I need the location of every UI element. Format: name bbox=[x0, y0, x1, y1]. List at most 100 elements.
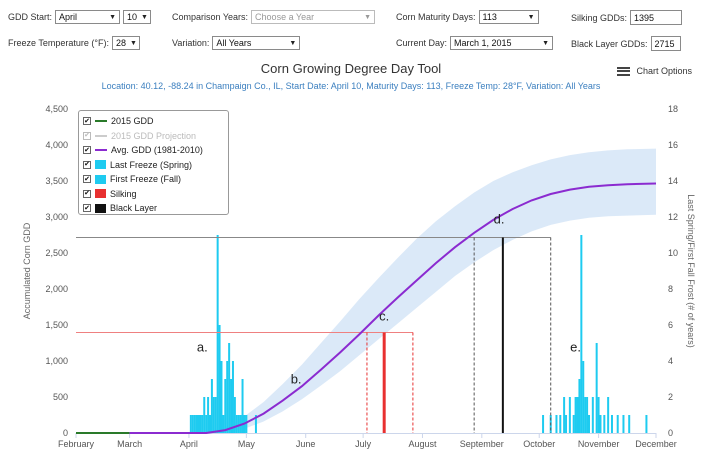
annotation-label: e. bbox=[570, 340, 581, 355]
y-axis-title: Accumulated Corn GDD bbox=[22, 222, 32, 319]
legend-item[interactable]: ✔ Avg. GDD (1981-2010) bbox=[83, 143, 224, 158]
legend-checkbox[interactable]: ✔ bbox=[83, 146, 91, 155]
spring-freeze-bar bbox=[201, 415, 204, 433]
spring-freeze-bar bbox=[231, 361, 234, 433]
y-tick-label: 3,000 bbox=[45, 212, 68, 222]
spring-freeze-bar bbox=[214, 397, 217, 433]
fall-freeze-bar bbox=[574, 397, 577, 433]
fall-freeze-bar bbox=[607, 397, 610, 433]
legend-item[interactable]: ✔ Last Freeze (Spring) bbox=[83, 158, 224, 173]
legend-label: 2015 GDD bbox=[111, 116, 154, 127]
fall-freeze-bar bbox=[588, 415, 591, 433]
legend-checkbox[interactable]: ✔ bbox=[83, 117, 91, 126]
legend-label: Avg. GDD (1981-2010) bbox=[111, 145, 203, 156]
fall-freeze-bar bbox=[578, 379, 581, 433]
y-tick-label: 1,500 bbox=[45, 320, 68, 330]
spring-freeze-bar bbox=[207, 397, 210, 433]
x-tick-label: February bbox=[58, 439, 95, 449]
x-tick-label: September bbox=[460, 439, 504, 449]
spring-freeze-bar bbox=[235, 415, 238, 433]
y-axis-right: 0 2 4 6 8 10 12 14 16 18 bbox=[668, 104, 678, 438]
y-tick-label: 2,500 bbox=[45, 248, 68, 258]
fall-freeze-bar bbox=[599, 415, 602, 433]
fall-freeze-bar bbox=[591, 397, 594, 433]
chart-legend: ✔ 2015 GDD ✔ 2015 GDD Projection ✔ Avg. GDD (… bbox=[78, 110, 229, 215]
fall-freeze-bar bbox=[645, 415, 648, 433]
y2-axis-title: Last Spring/First Fall Frost (# of years… bbox=[686, 194, 696, 348]
y-tick-label: 0 bbox=[63, 428, 68, 438]
legend-checkbox[interactable]: ✔ bbox=[83, 189, 91, 198]
fall-freeze-bar bbox=[616, 415, 619, 433]
fall-freeze-bar bbox=[603, 415, 606, 433]
gdd-chart: 0 500 1,000 1,500 2,000 2,500 3,000 3,500 4,000 4… bbox=[22, 104, 696, 449]
annotation-label: a. bbox=[197, 340, 208, 355]
legend-label: 2015 GDD Projection bbox=[111, 130, 197, 141]
fall-freeze-bar bbox=[565, 415, 568, 433]
x-tick-label: July bbox=[355, 439, 372, 449]
spring-freeze-bar bbox=[205, 415, 208, 433]
y2-tick-label: 18 bbox=[668, 104, 678, 114]
y2-tick-label: 14 bbox=[668, 176, 678, 186]
spring-freeze-bar bbox=[199, 415, 202, 433]
legend-checkbox[interactable]: ✔ bbox=[83, 175, 91, 184]
spring-freeze-bar bbox=[208, 415, 211, 433]
spring-freeze-bar bbox=[203, 397, 206, 433]
x-axis: February March April May June July August Septe… bbox=[58, 433, 677, 449]
fall-freeze-bar bbox=[595, 343, 598, 433]
legend-item[interactable]: ✔ First Freeze (Fall) bbox=[83, 172, 224, 187]
legend-item[interactable]: ✔ 2015 GDD bbox=[83, 114, 224, 129]
fall-freeze-bar bbox=[610, 415, 613, 433]
x-tick-label: November bbox=[578, 439, 620, 449]
fall-freeze-bar bbox=[586, 397, 589, 433]
y-axis-left: 0 500 1,000 1,500 2,000 2,500 3,000 3,500 4,000 4… bbox=[45, 104, 68, 438]
fall-freeze-bar bbox=[622, 415, 625, 433]
legend-swatch bbox=[95, 134, 107, 137]
spring-freeze-bar bbox=[210, 379, 213, 433]
spring-freeze-bar bbox=[224, 379, 227, 433]
legend-item[interactable]: ✔ 2015 GDD Projection bbox=[83, 129, 224, 144]
y-tick-label: 4,000 bbox=[45, 140, 68, 150]
fall-freeze-bar bbox=[563, 397, 566, 433]
spring-freeze-bar bbox=[218, 325, 221, 433]
legend-swatch bbox=[95, 149, 107, 152]
spring-freeze-bar bbox=[230, 379, 233, 433]
x-tick-label: March bbox=[117, 439, 142, 449]
fall-freeze-bar bbox=[568, 397, 571, 433]
legend-label: Last Freeze (Spring) bbox=[110, 159, 193, 170]
fall-freeze-bar bbox=[628, 415, 631, 433]
fall-freeze-bars bbox=[542, 235, 648, 433]
legend-item[interactable]: ✔ Black Layer bbox=[83, 201, 224, 216]
spring-freeze-bar bbox=[228, 343, 231, 433]
y-tick-label: 500 bbox=[53, 392, 68, 402]
y2-tick-label: 2 bbox=[668, 392, 673, 402]
legend-checkbox[interactable]: ✔ bbox=[83, 160, 91, 169]
y-tick-label: 1,000 bbox=[45, 356, 68, 366]
spring-freeze-bar bbox=[220, 361, 223, 433]
fall-freeze-bar bbox=[580, 235, 583, 433]
legend-item[interactable]: ✔ Silking bbox=[83, 187, 224, 202]
fall-freeze-bar bbox=[597, 397, 600, 433]
x-tick-label: May bbox=[238, 439, 256, 449]
fall-freeze-bar bbox=[576, 397, 579, 433]
spring-freeze-bar bbox=[212, 397, 215, 433]
spring-freeze-bar bbox=[226, 361, 229, 433]
spring-freeze-bar bbox=[216, 235, 219, 433]
legend-swatch bbox=[95, 160, 106, 170]
y2-tick-label: 10 bbox=[668, 248, 678, 258]
spring-freeze-bar bbox=[237, 415, 240, 433]
legend-checkbox[interactable]: ✔ bbox=[83, 131, 91, 140]
fall-freeze-bar bbox=[555, 415, 558, 433]
x-tick-label: October bbox=[523, 439, 555, 449]
legend-label: Black Layer bbox=[110, 203, 158, 214]
spring-freeze-bar bbox=[193, 415, 196, 433]
fall-freeze-bar bbox=[572, 415, 575, 433]
legend-label: First Freeze (Fall) bbox=[110, 174, 182, 185]
fall-freeze-bar bbox=[559, 415, 562, 433]
legend-checkbox[interactable]: ✔ bbox=[83, 204, 91, 213]
legend-swatch bbox=[95, 120, 107, 123]
legend-swatch bbox=[95, 189, 106, 199]
y-tick-label: 3,500 bbox=[45, 176, 68, 186]
spring-freeze-bar bbox=[195, 415, 198, 433]
legend-swatch bbox=[95, 203, 106, 213]
y2-tick-label: 0 bbox=[668, 428, 673, 438]
